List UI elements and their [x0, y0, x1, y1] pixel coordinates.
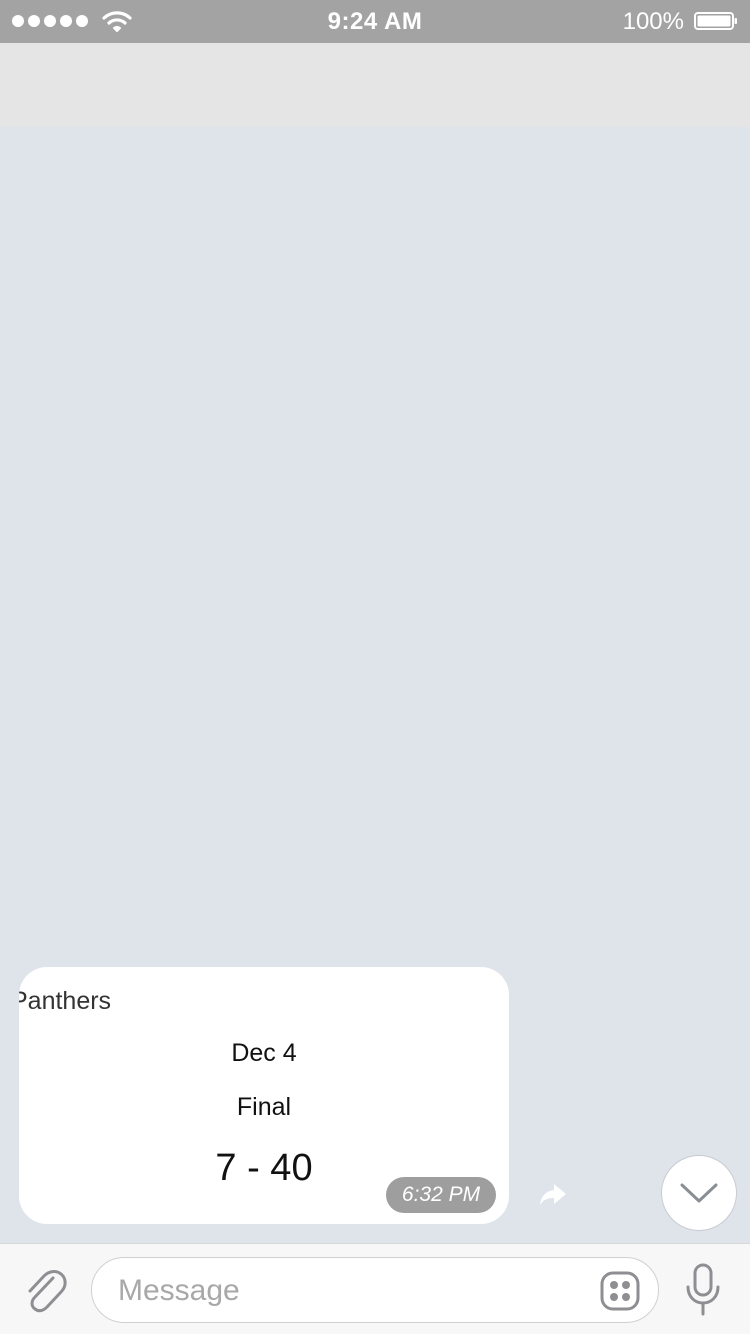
- sticker-icon[interactable]: [600, 1271, 640, 1311]
- battery-percentage: 100%: [622, 8, 684, 35]
- scroll-down-button[interactable]: [662, 1156, 736, 1230]
- team-name: Panthers: [19, 987, 112, 1015]
- game-date: Dec 4: [231, 1039, 297, 1067]
- chevron-down-icon: [680, 1183, 718, 1203]
- battery-icon: [694, 12, 737, 30]
- message-timestamp: 6:32 PM: [386, 1177, 496, 1213]
- message-bubble[interactable]: Panthers Dec 4 Final 7 - 40 6:32 PM: [19, 967, 509, 1224]
- message-input[interactable]: [116, 1258, 590, 1323]
- status-bar: 9:24 AM 100%: [0, 0, 750, 43]
- message-input-bar: [0, 1243, 750, 1334]
- microphone-icon[interactable]: [683, 1262, 723, 1318]
- game-status: Final: [236, 1093, 292, 1121]
- paperclip-icon[interactable]: [20, 1264, 68, 1316]
- share-arrow-icon[interactable]: [538, 1180, 568, 1208]
- chat-header: [0, 43, 750, 127]
- message-field[interactable]: [91, 1257, 659, 1323]
